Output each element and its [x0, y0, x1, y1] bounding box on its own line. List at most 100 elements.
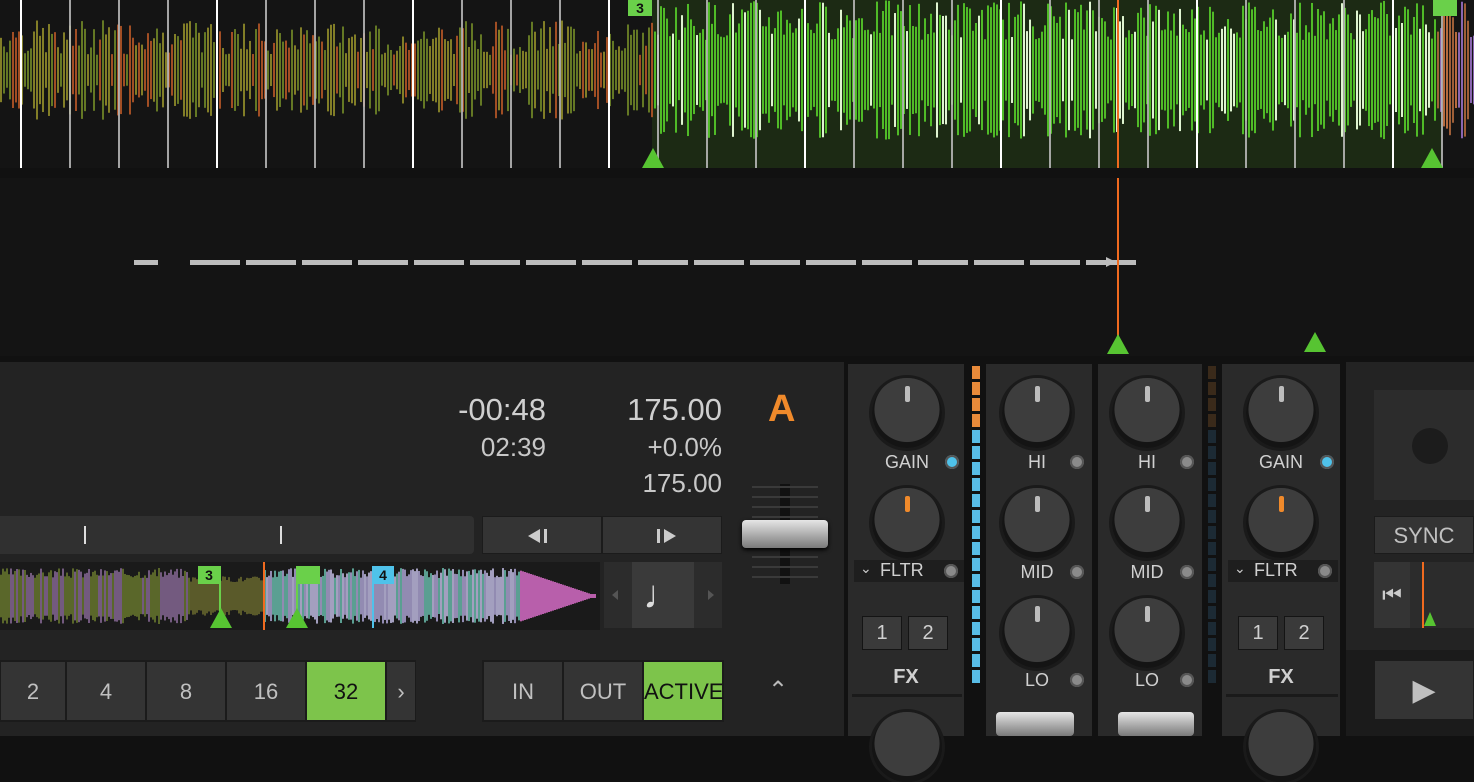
gain-indicator-right[interactable]	[1320, 455, 1334, 469]
cue-marker-end[interactable]	[1433, 0, 1457, 16]
waveform-bar	[1074, 9, 1076, 131]
fx-unit-2-left[interactable]: 2	[908, 616, 948, 650]
quantize-button[interactable]: ♩	[632, 562, 694, 628]
lo-knob-b[interactable]	[1112, 598, 1182, 668]
loop-size-16[interactable]: 16	[226, 661, 306, 721]
lo-kill-b[interactable]	[1180, 673, 1194, 687]
fx-unit-1-right[interactable]: 1	[1238, 616, 1278, 650]
overview-bar	[504, 570, 506, 622]
loop-more-button[interactable]: ›	[386, 661, 416, 721]
hi-knob-b[interactable]	[1112, 378, 1182, 448]
cue-triangle-left[interactable]	[642, 148, 664, 168]
deck-b-overview[interactable]: ⏮	[1374, 562, 1474, 628]
waveform-bar	[1278, 35, 1280, 105]
track-overview[interactable]: 3 4	[0, 562, 600, 630]
channel-fader-b[interactable]	[1118, 712, 1194, 736]
main-waveform[interactable]: 3	[0, 0, 1474, 168]
loop-in-button[interactable]: IN	[483, 661, 563, 721]
play-button[interactable]: ▶	[1374, 660, 1474, 720]
beatjump-back-button[interactable]	[482, 516, 602, 554]
overview-bar	[152, 572, 154, 620]
channel-fader-a[interactable]	[996, 712, 1074, 736]
filter-knob-right[interactable]	[1246, 488, 1316, 558]
fx-divider-left	[852, 694, 962, 697]
hi-kill-a[interactable]	[1070, 455, 1084, 469]
waveform-bar	[180, 40, 182, 100]
waveform-bar	[354, 34, 356, 106]
loop-size-32[interactable]: 32	[306, 661, 386, 721]
meter-segment	[1208, 654, 1216, 667]
meter-segment	[1208, 574, 1216, 587]
overview-bar	[562, 584, 564, 608]
waveform-bar	[708, 2, 710, 138]
overview-cue-4[interactable]: 4	[372, 566, 394, 584]
bpm-display[interactable]: 175.00	[580, 392, 722, 428]
loop-size-8[interactable]: 8	[146, 661, 226, 721]
cue-triangle-right[interactable]	[1421, 148, 1443, 168]
mid-kill-b[interactable]	[1180, 565, 1194, 579]
waveform-bar	[1305, 25, 1307, 115]
waveform-bar	[837, 28, 839, 112]
waveform-bar	[933, 32, 935, 108]
filter-indicator-left[interactable]	[944, 564, 958, 578]
gain-indicator-left[interactable]	[945, 455, 959, 469]
overview-bar	[584, 592, 586, 600]
overview-bar	[196, 579, 198, 613]
quantize-prev-icon[interactable]	[612, 590, 618, 600]
filter-knob-left[interactable]	[872, 488, 942, 558]
mid-knob-a[interactable]	[1002, 488, 1072, 558]
hi-kill-b[interactable]	[1180, 455, 1194, 469]
waveform-bar	[954, 20, 956, 120]
loop-size-2[interactable]: 2	[0, 661, 66, 721]
lo-knob-a[interactable]	[1002, 598, 1072, 668]
collapse-button[interactable]: ⌃	[768, 676, 788, 705]
overview-cue-3[interactable]: 3	[198, 566, 220, 584]
deck-letter[interactable]: A	[768, 388, 795, 431]
waveform-bar	[1356, 10, 1358, 130]
overview-bar	[186, 572, 188, 620]
waveform-bar	[1446, 11, 1448, 129]
waveform-bar	[990, 7, 992, 133]
filter-selector-right[interactable]: ⌄ FLTR	[1228, 560, 1338, 582]
loop-active-button[interactable]: ACTIVE	[643, 661, 723, 721]
waveform-bar	[114, 30, 116, 110]
loop-size-4[interactable]: 4	[66, 661, 146, 721]
fx-knob-left[interactable]	[872, 712, 942, 782]
phase-dash	[302, 260, 352, 265]
loop-out-button[interactable]: OUT	[563, 661, 643, 721]
gain-knob-left[interactable]	[872, 378, 942, 448]
tempo-fader[interactable]	[742, 482, 828, 588]
waveform-bar	[1011, 37, 1013, 103]
hi-knob-a[interactable]	[1002, 378, 1072, 448]
filter-indicator-right[interactable]	[1318, 564, 1332, 578]
waveform-bar	[912, 25, 914, 115]
overview-bar	[260, 580, 262, 612]
cue-marker-3[interactable]: 3	[628, 0, 652, 16]
beatjump-forward-button[interactable]	[602, 516, 722, 554]
mid-knob-b[interactable]	[1112, 488, 1182, 558]
cue-start-button[interactable]: ⏮	[1374, 562, 1410, 628]
gain-knob-right[interactable]	[1246, 378, 1316, 448]
overview-bar	[406, 576, 408, 616]
fx-knob-right[interactable]	[1246, 712, 1316, 782]
filter-selector-left[interactable]: ⌄ FLTR	[854, 560, 964, 582]
waveform-bar	[1173, 13, 1175, 127]
tempo-fader-handle[interactable]	[742, 520, 828, 548]
waveform-bar	[1008, 2, 1010, 138]
quantize-next-icon[interactable]	[708, 590, 714, 600]
track-position-bar[interactable]	[0, 516, 474, 554]
overview-bar	[346, 573, 348, 619]
cue-triangle-lower-b[interactable]	[1304, 332, 1326, 352]
cue-triangle-lower-a[interactable]	[1107, 334, 1129, 354]
waveform-bar	[801, 8, 803, 132]
mid-kill-a[interactable]	[1070, 565, 1084, 579]
fx-unit-2-right[interactable]: 2	[1284, 616, 1324, 650]
waveform-bar	[624, 48, 626, 92]
sync-button[interactable]: SYNC	[1374, 516, 1474, 554]
overview-bar	[508, 571, 510, 621]
waveform-bar	[699, 32, 701, 108]
lo-kill-a[interactable]	[1070, 673, 1084, 687]
overview-loop-flag[interactable]	[296, 566, 320, 584]
waveform-bar	[1209, 6, 1211, 134]
fx-unit-1-left[interactable]: 1	[862, 616, 902, 650]
